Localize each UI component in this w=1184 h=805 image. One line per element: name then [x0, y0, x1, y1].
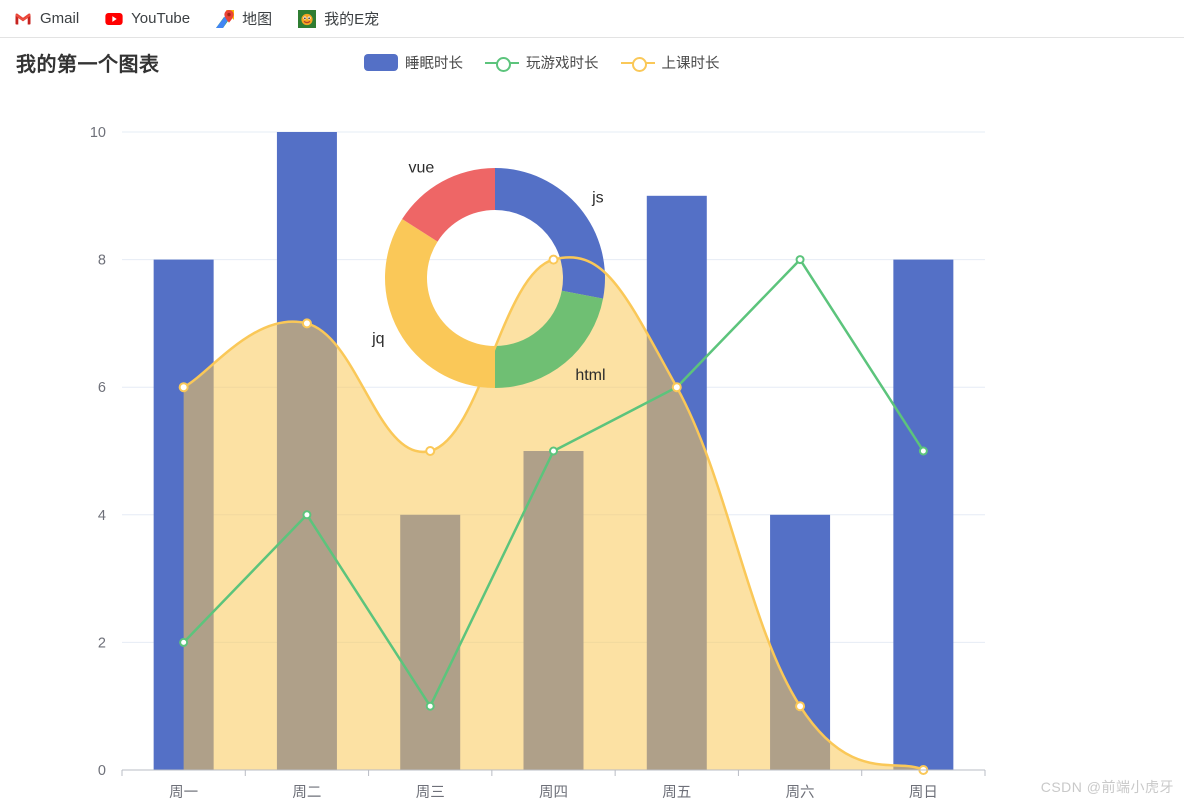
x-axis-tick-label: 周三: [416, 785, 445, 801]
legend-line-swatch: [485, 55, 519, 72]
youtube-icon: [105, 10, 123, 28]
area-point-marker[interactable]: [671, 382, 682, 393]
x-axis-tick-label: 周六: [786, 784, 815, 801]
pie-slice-label: html: [575, 367, 605, 384]
line-point-marker[interactable]: [425, 701, 435, 711]
bookmark-maps[interactable]: 地图: [216, 8, 272, 29]
chart-header: 我的第一个图表 睡眠时长 玩游戏时长 上课时长: [0, 38, 1184, 90]
bookmark-label: Gmail: [40, 10, 80, 27]
chart-legend: 睡眠时长 玩游戏时长 上课时长: [364, 52, 720, 73]
area-point-marker[interactable]: [425, 446, 436, 456]
legend-bar-swatch: [364, 54, 398, 71]
pie-slice-label: vue: [409, 160, 435, 177]
bookmark-youtube[interactable]: YouTube: [105, 10, 190, 28]
x-axis: 周一 周二 周三 周四 周五 周六 周日: [121, 769, 986, 801]
watermark: CSDN @前端小虎牙: [1040, 779, 1174, 795]
pie-slice-label: jq: [371, 331, 384, 348]
bookmark-gmail[interactable]: Gmail: [14, 10, 79, 28]
line-point-marker[interactable]: [795, 255, 805, 265]
area-point-marker[interactable]: [178, 382, 189, 393]
y-axis-tick-label: 4: [98, 508, 106, 524]
y-axis-tick-label: 2: [98, 635, 106, 651]
bookmark-bar: Gmail YouTube 地图 我的E宠: [0, 0, 1184, 38]
area-point-marker[interactable]: [548, 254, 559, 265]
chart-plot-area: 0 2 4 6 8 10 js html jq vue 周一 周二 周三 周四 周五 周六 周日: [0, 90, 1184, 805]
legend-label: 玩游戏时长: [526, 56, 599, 72]
my-epet-icon: [298, 9, 317, 28]
y-axis-tick-label: 6: [98, 380, 106, 396]
gmail-icon: [14, 10, 32, 28]
x-axis-tick-label: 周一: [169, 785, 198, 801]
doughnut-chart: js html jq vue: [371, 160, 606, 388]
line-point-marker[interactable]: [302, 510, 312, 520]
legend-label: 睡眠时长: [405, 56, 463, 72]
pie-slice-label: js: [591, 190, 604, 207]
x-axis-tick-label: 周二: [292, 785, 321, 801]
x-axis-tick-label: 周四: [539, 785, 568, 801]
line-point-marker[interactable]: [179, 637, 189, 647]
line-point-marker[interactable]: [918, 446, 928, 456]
bar: [893, 259, 954, 770]
y-axis-tick-label: 8: [98, 253, 106, 269]
y-axis-tick-label: 10: [90, 125, 106, 141]
x-axis-tick-label: 周日: [909, 785, 938, 801]
x-axis-tick-label: 周五: [662, 785, 691, 801]
legend-item-class[interactable]: 上课时长: [620, 52, 720, 73]
legend-item-sleep[interactable]: 睡眠时长: [364, 52, 463, 73]
y-axis-labels: 0 2 4 6 8 10: [90, 125, 106, 779]
bookmark-label: 我的E宠: [324, 11, 380, 28]
chart-canvas: 0 2 4 6 8 10 js html jq vue 周一 周二 周三 周四 周五 周六 周日: [90, 125, 986, 801]
bookmark-label: YouTube: [131, 10, 191, 27]
area-point-marker[interactable]: [301, 318, 312, 329]
y-axis-tick-label: 0: [98, 763, 106, 779]
page-title: 我的第一个图表: [16, 54, 160, 76]
legend-line-swatch: [620, 55, 655, 72]
bookmark-my-epet[interactable]: 我的E宠: [298, 8, 379, 29]
bookmark-label: 地图: [242, 11, 273, 28]
line-point-marker[interactable]: [549, 446, 558, 456]
legend-label: 上课时长: [661, 56, 720, 72]
legend-item-gaming[interactable]: 玩游戏时长: [485, 52, 599, 73]
pie-slice[interactable]: [385, 219, 495, 388]
area-point-marker[interactable]: [795, 701, 806, 712]
google-maps-icon: [216, 9, 235, 28]
